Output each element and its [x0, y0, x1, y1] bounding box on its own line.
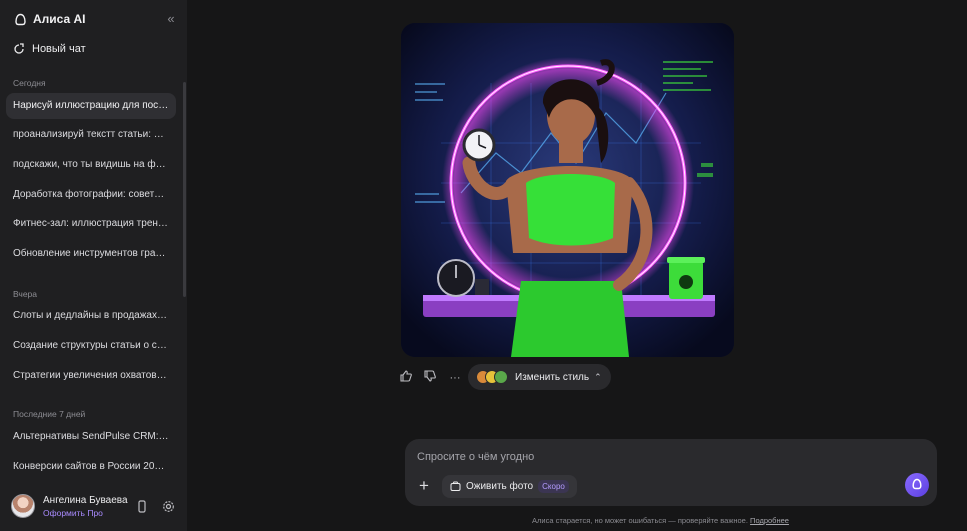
disclaimer-text: Алиса старается, но может ошибаться — пр…: [532, 516, 748, 525]
attach-plus-icon[interactable]: +: [417, 477, 431, 494]
new-chat-button[interactable]: Новый чат: [13, 43, 86, 55]
chat-item[interactable]: Создание структуры статьи о ср...: [6, 333, 176, 359]
collapse-sidebar-icon[interactable]: «: [164, 12, 178, 26]
send-alice-button[interactable]: [905, 473, 929, 497]
soon-badge: Скоро: [538, 480, 569, 493]
style-thumbnails: [476, 370, 508, 384]
chat-item[interactable]: Стратегии увеличения охватов в ...: [6, 363, 176, 389]
learn-more-link[interactable]: Подробнее: [750, 516, 789, 525]
more-options-icon[interactable]: ···: [447, 370, 463, 386]
avatar: [11, 494, 35, 518]
chevron-up-icon: ⌃: [594, 371, 602, 382]
chat-item[interactable]: подскажи, что ты видишь на фото: [6, 152, 176, 178]
dislike-thumb-down-icon[interactable]: [422, 370, 438, 386]
chat-item[interactable]: Фитнес-зал: иллюстрация трени...: [6, 211, 176, 237]
like-thumb-up-icon[interactable]: [398, 370, 414, 386]
new-chat-icon: [14, 43, 24, 54]
user-name: Ангелина Буваева: [43, 494, 128, 506]
sidebar-scrollbar[interactable]: [183, 82, 186, 297]
chat-item[interactable]: Конверсии сайтов в России 2023-...: [6, 454, 176, 480]
disclaimer: Алиса старается, но может ошибаться — пр…: [532, 516, 789, 525]
chat-item[interactable]: Обновление инструментов граф...: [6, 241, 176, 267]
animate-photo-icon: [450, 481, 461, 491]
chat-item[interactable]: Альтернативы SendPulse CRM: об...: [6, 424, 176, 450]
change-style-button[interactable]: Изменить стиль ⌃: [468, 364, 611, 390]
chat-item[interactable]: Доработка фотографии: советы ...: [6, 182, 176, 208]
settings-gear-icon[interactable]: [161, 500, 175, 514]
alice-send-icon: [912, 478, 922, 490]
chat-item[interactable]: Слоты и дедлайны в продажах на ...: [6, 303, 176, 329]
brand-name: Алиса AI: [33, 12, 86, 26]
animate-photo-label: Оживить фото: [466, 481, 534, 492]
section-title-today: Сегодня: [13, 78, 46, 88]
phone-icon[interactable]: [135, 500, 149, 514]
animate-photo-button[interactable]: Оживить фото Скоро: [442, 475, 577, 498]
change-style-label: Изменить стиль: [515, 371, 590, 383]
user-profile[interactable]: Ангелина Буваева Оформить Про: [11, 494, 128, 518]
fitness-illustration: [401, 23, 734, 357]
upgrade-link[interactable]: Оформить Про: [43, 508, 128, 518]
brand[interactable]: Алиса AI: [14, 10, 86, 28]
chat-item[interactable]: проанализируй текстт статьи: По...: [6, 122, 176, 148]
alice-logo-icon: [15, 13, 26, 25]
sidebar: Алиса AI « Новый чат Сегодня Нарисуй илл…: [0, 0, 187, 531]
generated-image[interactable]: [401, 23, 734, 357]
new-chat-label: Новый чат: [32, 43, 86, 55]
section-title-last-7-days: Последние 7 дней: [13, 409, 86, 419]
message-input[interactable]: Спросите о чём угодно: [417, 451, 534, 463]
section-title-yesterday: Вчера: [13, 289, 37, 299]
chat-item[interactable]: Нарисуй иллюстрацию для поста...: [6, 93, 176, 119]
style-thumb-icon: [494, 370, 508, 384]
message-composer[interactable]: Спросите о чём угодно + Оживить фото Ско…: [405, 439, 937, 506]
